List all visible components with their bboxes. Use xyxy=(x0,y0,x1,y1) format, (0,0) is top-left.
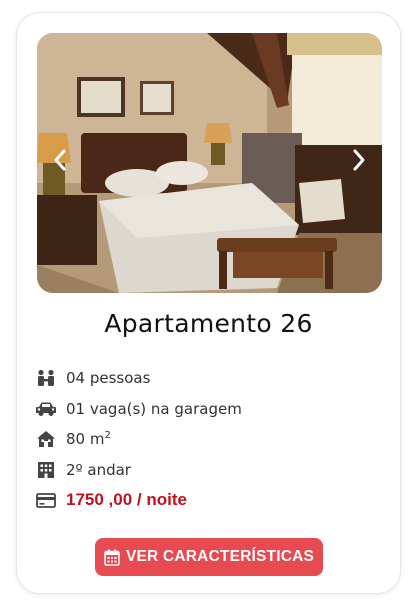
people-icon xyxy=(35,368,57,388)
listing-card: Apartamento 26 04 pessoas 01 vaga(s) na … xyxy=(16,12,401,594)
bedroom-photo xyxy=(37,33,382,293)
chevron-left-icon xyxy=(54,149,66,171)
feature-list: 04 pessoas 01 vaga(s) na garagem 80 m2 2… xyxy=(35,363,385,516)
feature-parking: 01 vaga(s) na garagem xyxy=(35,394,385,425)
listing-title: Apartamento 26 xyxy=(104,309,313,338)
area-unit-exponent: 2 xyxy=(104,430,111,442)
apartment-photo-carousel[interactable] xyxy=(37,33,382,293)
floor-info: 2º andar xyxy=(66,460,131,479)
credit-card-icon xyxy=(35,490,57,510)
feature-floor: 2º andar xyxy=(35,455,385,486)
feature-price: 1750 ,00 / noite xyxy=(35,485,385,516)
house-icon xyxy=(35,429,57,449)
view-features-label: VER CARACTERÍSTICAS xyxy=(125,548,315,565)
next-photo-button[interactable] xyxy=(348,145,370,175)
area-value: 80 m xyxy=(66,430,105,449)
price-per-night: 1750 ,00 / noite xyxy=(66,490,187,510)
car-icon xyxy=(35,399,57,419)
view-features-button[interactable]: VER CARACTERÍSTICAS xyxy=(95,538,323,576)
parking-info: 01 vaga(s) na garagem xyxy=(66,399,242,418)
feature-people: 04 pessoas xyxy=(35,363,385,394)
people-capacity: 04 pessoas xyxy=(66,369,151,388)
previous-photo-button[interactable] xyxy=(49,145,71,175)
area-info: 80 m2 xyxy=(66,430,111,448)
calendar-icon xyxy=(104,549,120,566)
building-icon xyxy=(35,460,57,480)
feature-area: 80 m2 xyxy=(35,424,385,455)
chevron-right-icon xyxy=(353,149,365,171)
